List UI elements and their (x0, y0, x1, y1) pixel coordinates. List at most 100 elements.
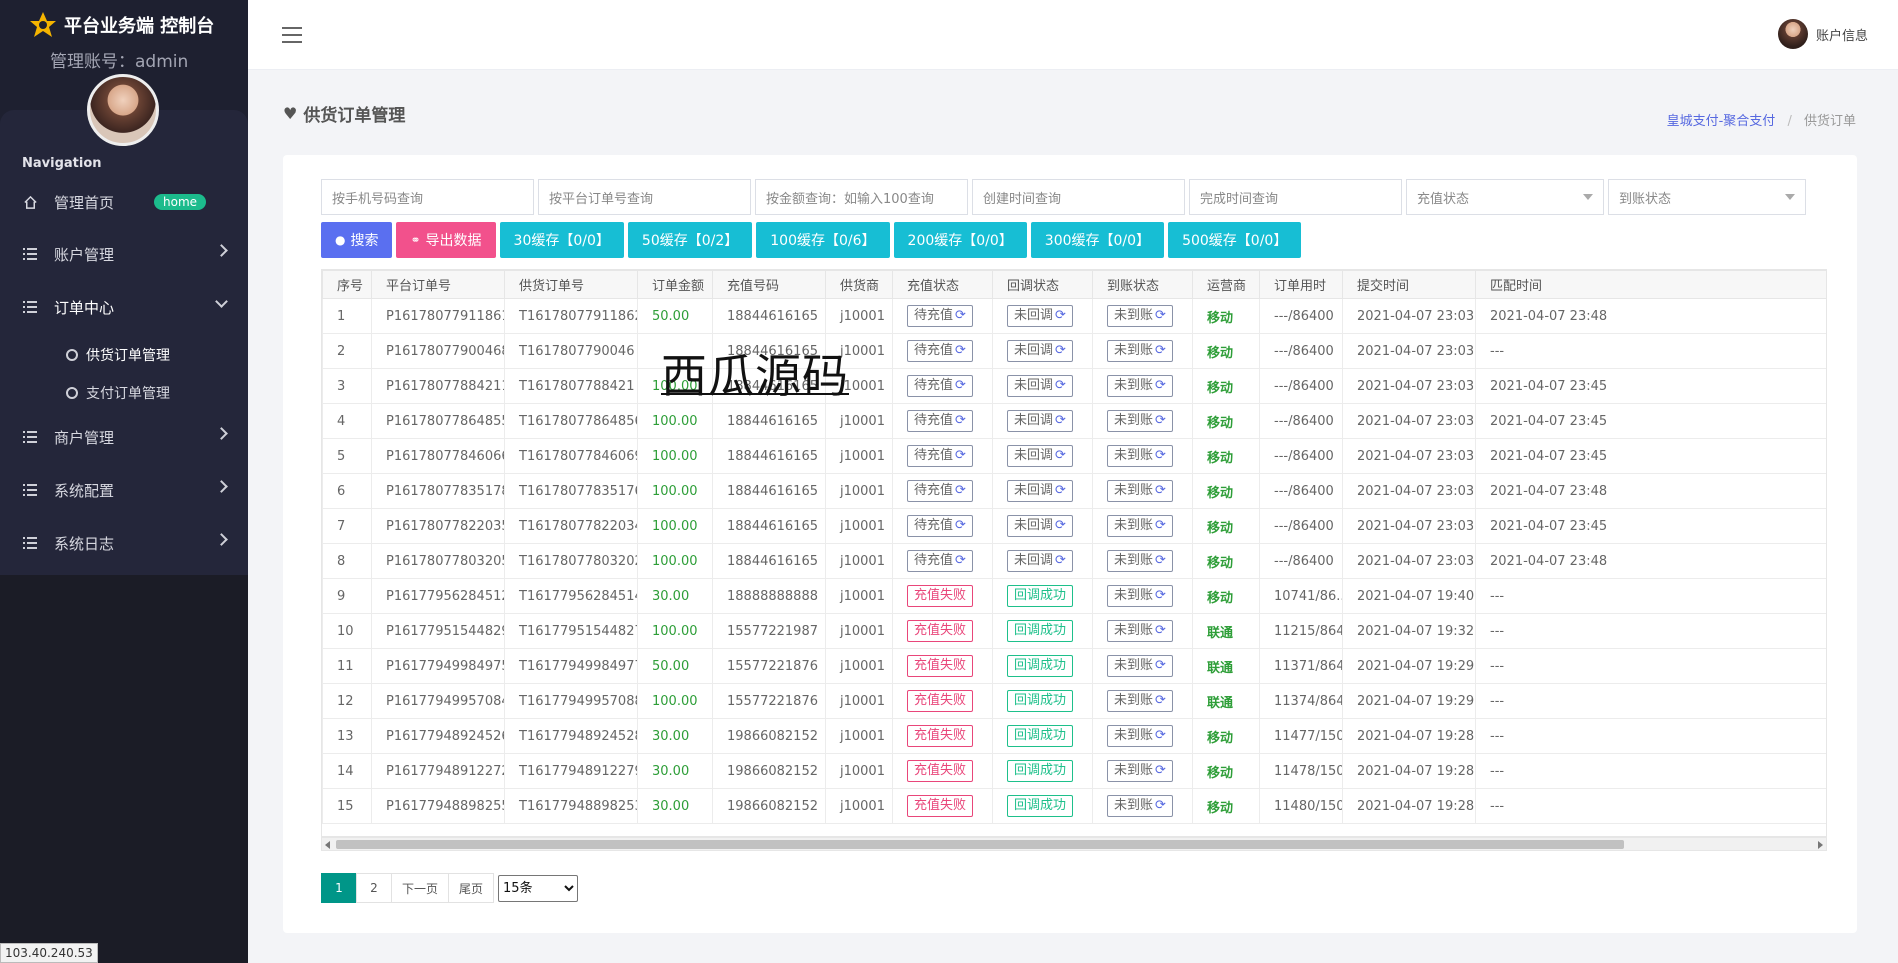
status-badge[interactable]: 待充值 ⟳ (907, 375, 973, 397)
sidebar-subitem-supply-orders[interactable]: 供货订单管理 (66, 345, 170, 365)
breadcrumb-link[interactable]: 皇城支付-聚合支付 (1667, 114, 1776, 129)
status-badge[interactable]: 未回调 ⟳ (1007, 550, 1073, 572)
table-row[interactable]: 8P1617807780320512T1617807780320234100.0… (322, 543, 1826, 579)
status-badge[interactable]: 未到账 ⟳ (1107, 550, 1173, 572)
status-badge[interactable]: 未回调 ⟳ (1007, 340, 1073, 362)
status-badge[interactable]: 未到账 ⟳ (1107, 725, 1173, 747)
table-row[interactable]: 10P1617795154482909T1617795154482750100.… (322, 613, 1826, 649)
status-badge[interactable]: 未回调 ⟳ (1007, 410, 1073, 432)
status-badge[interactable]: 未回调 ⟳ (1007, 445, 1073, 467)
brand[interactable]: 平台业务端 控制台 (28, 10, 214, 40)
status-badge[interactable]: 未到账 ⟳ (1107, 795, 1173, 817)
cache-200-button[interactable]: 200缓存【0/0】 (893, 222, 1027, 258)
phone-search-input[interactable]: 按手机号码查询 (321, 179, 534, 215)
status-badge[interactable]: 待充值 ⟳ (907, 550, 973, 572)
status-badge[interactable]: 充值失败 (907, 655, 974, 677)
cache-30-button[interactable]: 30缓存【0/0】 (499, 222, 624, 258)
horizontal-scrollbar[interactable] (321, 837, 1827, 851)
table-row[interactable]: 5P1617807784606609T1617807784606955100.0… (322, 438, 1826, 474)
status-badge[interactable]: 未回调 ⟳ (1007, 515, 1073, 537)
search-button[interactable]: ● 搜索 (321, 222, 393, 258)
status-badge[interactable]: 未到账 ⟳ (1107, 690, 1173, 712)
scroll-right-icon[interactable] (1818, 841, 1823, 849)
platform-order-search-input[interactable]: 按平台订单号查询 (538, 179, 751, 215)
status-badge[interactable]: 回调成功 (1007, 725, 1074, 747)
sidebar-item-home[interactable]: 管理首页 home (0, 180, 248, 224)
arrival-status-select[interactable]: 到账状态 (1608, 179, 1806, 215)
status-badge[interactable]: 未到账 ⟳ (1107, 760, 1173, 782)
table-row[interactable]: 13P1617794892452672T161779489245286730.0… (322, 718, 1826, 754)
finished-time-input[interactable]: 完成时间查询 (1189, 179, 1402, 215)
amount-search-input[interactable]: 按金额查询：如输入100查询 (755, 179, 968, 215)
sidebar-subitem-pay-orders[interactable]: 支付订单管理 (66, 383, 170, 403)
created-time-input[interactable]: 创建时间查询 (972, 179, 1185, 215)
status-badge[interactable]: 未回调 ⟳ (1007, 480, 1073, 502)
page-2-button[interactable]: 2 (356, 873, 392, 903)
scroll-left-icon[interactable] (325, 841, 330, 849)
status-badge[interactable]: 充值失败 (907, 760, 974, 782)
status-badge[interactable]: 未回调 ⟳ (1007, 375, 1073, 397)
status-badge[interactable]: 未到账 ⟳ (1107, 515, 1173, 537)
menu-toggle-icon[interactable] (282, 27, 302, 43)
table-row[interactable]: 11P1617794998497594T161779499849775650.0… (322, 648, 1826, 684)
table-row[interactable]: 3P1617807788421137T1617807788421100.0018… (322, 368, 1826, 404)
status-badge[interactable]: 回调成功 (1007, 585, 1074, 607)
table-row[interactable]: 12P1617794995708458T1617794995708812100.… (322, 683, 1826, 719)
status-badge[interactable]: 充值失败 (907, 725, 974, 747)
status-badge[interactable]: 充值失败 (907, 795, 974, 817)
table-row[interactable]: 4P1617807786485594T1617807786485618100.0… (322, 403, 1826, 439)
status-badge[interactable]: 回调成功 (1007, 760, 1074, 782)
status-badge[interactable]: 回调成功 (1007, 620, 1074, 642)
status-badge[interactable]: 待充值 ⟳ (907, 410, 973, 432)
status-badge[interactable]: 回调成功 (1007, 655, 1074, 677)
table-row[interactable]: 1P1617807791186140T161780779118625050.00… (322, 298, 1826, 334)
status-badge[interactable]: 待充值 ⟳ (907, 305, 973, 327)
status-badge[interactable]: 充值失败 (907, 690, 974, 712)
status-badge[interactable]: 回调成功 (1007, 795, 1074, 817)
table-row[interactable]: 15P1617794889825520T161779488982536530.0… (322, 788, 1826, 824)
table-row[interactable]: 6P1617807783517892T1617807783517632100.0… (322, 473, 1826, 509)
status-badge[interactable]: 未到账 ⟳ (1107, 340, 1173, 362)
next-page-button[interactable]: 下一页 (391, 873, 450, 903)
charge-status-select[interactable]: 充值状态 (1406, 179, 1604, 215)
table-row[interactable]: 2P1617807790046816T161780779004618844616… (322, 333, 1826, 369)
status-badge[interactable]: 未到账 ⟳ (1107, 445, 1173, 467)
scrollbar-thumb[interactable] (336, 840, 1624, 849)
table-row[interactable]: 9P1617795628451258T161779562845146330.00… (322, 578, 1826, 614)
sidebar-item-orders[interactable]: 订单中心 (0, 285, 248, 329)
status-badge[interactable]: 未到账 ⟳ (1107, 305, 1173, 327)
status-badge[interactable]: 未到账 ⟳ (1107, 410, 1173, 432)
status-badge[interactable]: 回调成功 (1007, 690, 1074, 712)
status-badge[interactable]: 待充值 ⟳ (907, 515, 973, 537)
chevron-right-icon (215, 244, 228, 257)
page-size-select[interactable]: 15条 (498, 874, 579, 902)
account-menu[interactable]: 账户信息 (1777, 19, 1868, 49)
cache-300-button[interactable]: 300缓存【0/0】 (1030, 222, 1165, 258)
sidebar-item-config[interactable]: 系统配置 (0, 468, 248, 512)
status-badge[interactable]: 未到账 ⟳ (1107, 480, 1173, 502)
status-badge[interactable]: 待充值 ⟳ (907, 340, 973, 362)
status-text: 待充值 (914, 308, 954, 323)
table-row[interactable]: 14P1617794891227277T161779489122798930.0… (322, 753, 1826, 789)
status-badge[interactable]: 未回调 ⟳ (1007, 305, 1073, 327)
status-badge[interactable]: 未到账 ⟳ (1107, 655, 1173, 677)
table-row[interactable]: 7P1617807782203519T1617807782203437100.0… (322, 508, 1826, 544)
table-cell: 18844616165 (712, 473, 826, 509)
cache-500-button[interactable]: 500缓存【0/0】 (1168, 222, 1302, 258)
status-badge[interactable]: 待充值 ⟳ (907, 445, 973, 467)
status-badge[interactable]: 未到账 ⟳ (1107, 585, 1173, 607)
status-badge[interactable]: 未到账 ⟳ (1107, 375, 1173, 397)
last-page-button[interactable]: 尾页 (448, 873, 495, 903)
status-badge[interactable]: 待充值 ⟳ (907, 480, 973, 502)
sidebar-item-merchants[interactable]: 商户管理 (0, 415, 248, 459)
cache-50-button[interactable]: 50缓存【0/2】 (627, 222, 753, 258)
sidebar-item-account[interactable]: 账户管理 (0, 232, 248, 276)
sidebar-item-logs[interactable]: 系统日志 (0, 521, 248, 565)
cache-100-button[interactable]: 100缓存【0/6】 (756, 222, 890, 258)
status-text: 未到账 (1114, 588, 1154, 603)
status-badge[interactable]: 充值失败 (907, 585, 974, 607)
status-badge[interactable]: 未到账 ⟳ (1107, 620, 1173, 642)
page-1-button[interactable]: 1 (321, 873, 357, 903)
status-badge[interactable]: 充值失败 (907, 620, 974, 642)
export-button[interactable]: ⚭ 导出数据 (396, 222, 496, 258)
